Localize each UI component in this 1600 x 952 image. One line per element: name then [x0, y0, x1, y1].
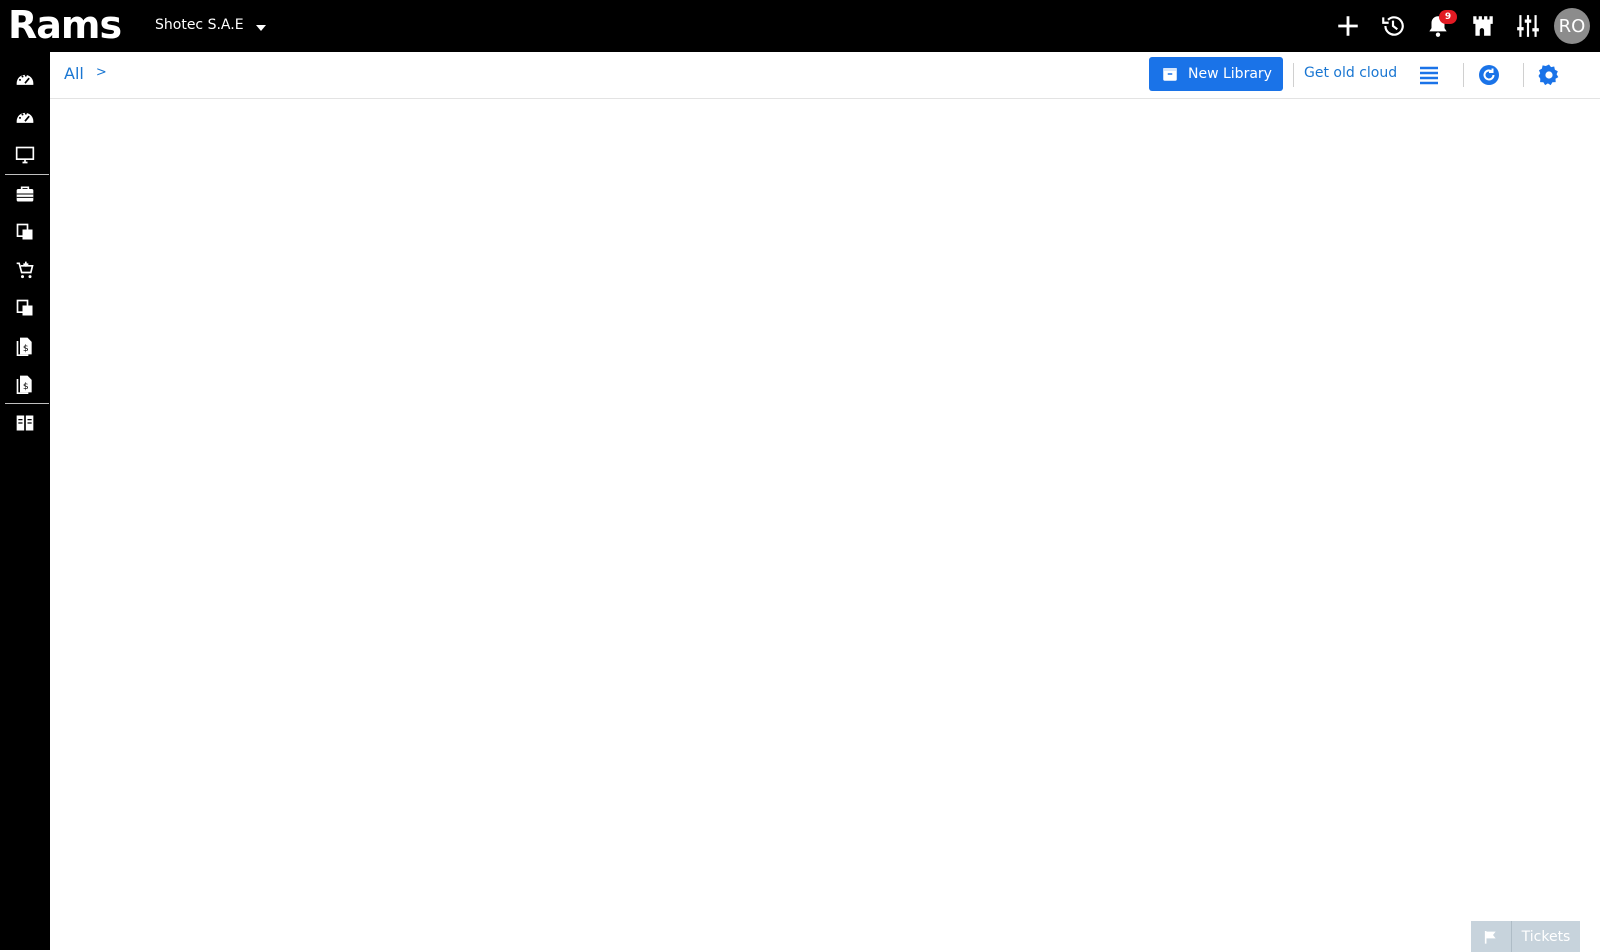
- history-button[interactable]: [1370, 0, 1415, 52]
- breadcrumb-all-link[interactable]: All: [64, 64, 84, 83]
- monitor-icon: [15, 146, 35, 164]
- company-name: Shotec S.A.E: [155, 17, 244, 33]
- sidebar-item-cart[interactable]: [0, 251, 50, 289]
- refresh-icon[interactable]: [1477, 63, 1501, 87]
- new-library-button[interactable]: New Library: [1149, 57, 1283, 91]
- sidebar-item-documents[interactable]: [0, 213, 50, 251]
- toolbar-divider: [1293, 63, 1294, 87]
- sidebar-item-dashboard-2[interactable]: [0, 98, 50, 136]
- rams-logo[interactable]: Rams: [8, 3, 122, 47]
- add-button[interactable]: [1325, 0, 1370, 52]
- toolbar-divider-2: [1463, 63, 1464, 87]
- tickets-flag-area: [1471, 921, 1512, 952]
- dashboard-icon: [16, 74, 34, 85]
- tickets-label: Tickets: [1521, 928, 1571, 945]
- library-icon: [16, 415, 34, 431]
- cart-icon: [16, 261, 34, 279]
- user-avatar[interactable]: RO: [1554, 8, 1590, 44]
- castle-icon: [1472, 16, 1493, 36]
- invoice-icon: $: [16, 337, 32, 356]
- chevron-down-icon: [255, 24, 266, 31]
- content-toolbar: All > New Library Get old cloud: [50, 52, 1600, 99]
- sidebar-item-invoices[interactable]: $: [0, 327, 50, 365]
- breadcrumb: All >: [64, 64, 107, 83]
- documents-icon: [16, 223, 33, 240]
- invoice-alt-icon: $: [16, 375, 32, 394]
- list-view-icon[interactable]: [1417, 63, 1441, 87]
- settings-icon[interactable]: [1537, 63, 1561, 87]
- sidebar-item-monitor[interactable]: [0, 136, 50, 174]
- dashboard-alt-icon: [16, 112, 34, 123]
- tickets-button[interactable]: Tickets: [1471, 921, 1580, 952]
- svg-text:$: $: [23, 381, 29, 392]
- sliders-icon: [1516, 15, 1539, 37]
- new-library-label: New Library: [1188, 66, 1272, 82]
- notifications-button[interactable]: 9: [1415, 0, 1460, 52]
- svg-text:$: $: [23, 343, 29, 354]
- logo-text: Rams: [8, 3, 122, 47]
- sidebar: $ $: [0, 52, 50, 950]
- castle-button[interactable]: [1460, 0, 1505, 52]
- sidebar-item-dashboard[interactable]: [0, 60, 50, 98]
- sidebar-item-documents-2[interactable]: [0, 289, 50, 327]
- filters-button[interactable]: [1505, 0, 1550, 52]
- top-navigation-bar: Rams Shotec S.A.E 9 RO: [0, 0, 1600, 52]
- toolbar-divider-3: [1523, 63, 1524, 87]
- sidebar-item-briefcase[interactable]: [0, 175, 50, 213]
- company-selector[interactable]: Shotec S.A.E: [155, 17, 266, 33]
- plus-icon: [1337, 16, 1358, 36]
- history-icon: [1381, 16, 1404, 36]
- archive-box-icon: [1163, 68, 1177, 81]
- header-actions: 9 RO: [1325, 0, 1590, 52]
- documents-alt-icon: [16, 299, 33, 316]
- flag-icon: [1484, 930, 1496, 944]
- briefcase-icon: [16, 186, 34, 202]
- sidebar-item-library[interactable]: [0, 404, 50, 442]
- get-old-cloud-link[interactable]: Get old cloud: [1304, 65, 1397, 81]
- breadcrumb-separator: >: [95, 65, 107, 80]
- notification-badge: 9: [1439, 10, 1457, 24]
- sidebar-item-invoices-2[interactable]: $: [0, 365, 50, 403]
